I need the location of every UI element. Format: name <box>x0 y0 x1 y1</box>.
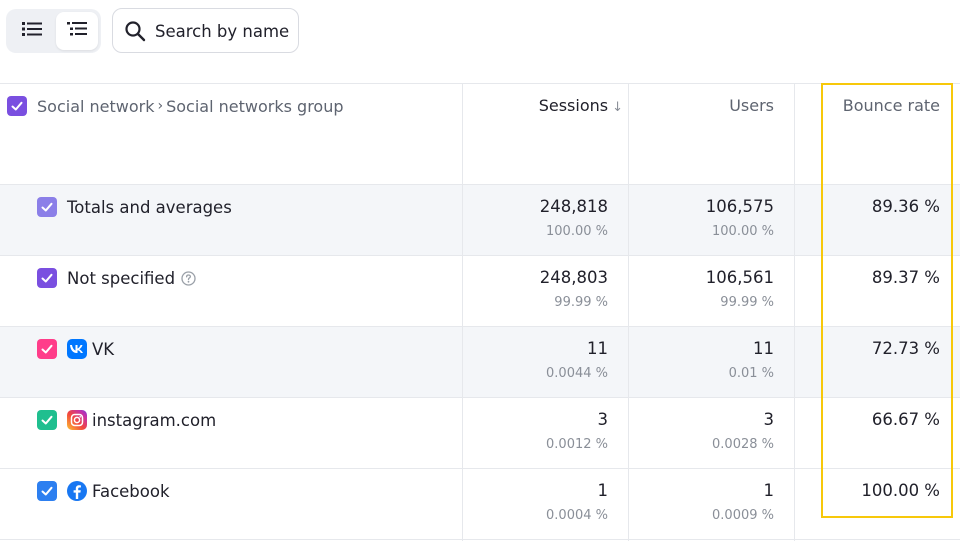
sessions-percent: 100.00 % <box>546 224 608 239</box>
sessions-percent: 0.0012 % <box>546 437 608 452</box>
column-header-bounce-rate[interactable]: Bounce rate <box>843 96 940 115</box>
sessions-cell: 3 0.0012 % <box>546 410 608 454</box>
users-cell: 1 0.0009 % <box>712 481 774 525</box>
bounce-rate-value: 89.37 % <box>871 268 940 287</box>
table-row: Facebook 1 0.0004 % 1 0.0009 % 100.00 % <box>0 468 960 539</box>
search-box <box>112 8 299 53</box>
sort-desc-icon: ↓ <box>612 100 623 115</box>
users-percent: 0.01 % <box>728 366 774 381</box>
row-checkbox[interactable] <box>37 410 57 430</box>
sessions-value: 11 <box>587 339 608 358</box>
bounce-rate-cell: 66.67 % <box>872 410 940 430</box>
sessions-cell: 248,818 100.00 % <box>540 197 608 241</box>
divider <box>0 539 960 540</box>
row-checkbox[interactable] <box>37 268 57 288</box>
column-label: Sessions <box>538 96 609 115</box>
users-cell: 11 0.01 % <box>729 339 774 383</box>
sessions-value: 248,803 <box>539 268 608 287</box>
sessions-cell: 11 0.0044 % <box>546 339 608 383</box>
sessions-percent: 0.0004 % <box>546 508 608 523</box>
users-value: 1 <box>763 481 775 500</box>
toolbar <box>0 0 960 62</box>
facebook-icon <box>67 481 87 501</box>
table-row: Totals and averages 248,818 100.00 % 106… <box>0 184 960 255</box>
table-row: instagram.com 3 0.0012 % 3 0.0028 % 66.6… <box>0 397 960 468</box>
bounce-rate-cell: 89.36 % <box>872 197 940 217</box>
search-input[interactable] <box>155 18 295 44</box>
bounce-rate-value: 66.67 % <box>871 410 940 429</box>
bounce-rate-value: 72.73 % <box>871 339 940 358</box>
dimension-header: Social network › Social networks group <box>0 83 462 184</box>
breadcrumb-separator: › <box>157 98 164 114</box>
sessions-percent: 99.99 % <box>554 295 608 310</box>
question-circle-icon[interactable] <box>181 270 196 286</box>
row-checkbox[interactable] <box>37 339 57 359</box>
row-label: Totals and averages <box>67 197 232 217</box>
sessions-cell: 248,803 99.99 % <box>540 268 608 312</box>
row-label[interactable]: instagram.com <box>92 411 216 430</box>
row-label[interactable]: VK <box>92 340 114 359</box>
users-value: 3 <box>763 410 775 429</box>
users-percent: 0.0009 % <box>712 508 774 523</box>
sessions-cell: 1 0.0004 % <box>546 481 608 525</box>
breadcrumb-social-network[interactable]: Social network <box>37 97 155 116</box>
bounce-rate-cell: 89.37 % <box>872 268 940 288</box>
report-table: Social network › Social networks group S… <box>0 83 960 541</box>
breadcrumb-social-networks-group[interactable]: Social networks group <box>166 97 343 116</box>
users-percent: 0.0028 % <box>712 437 774 452</box>
tree-list-icon <box>67 21 87 41</box>
vk-icon <box>67 339 87 359</box>
search-icon <box>124 20 146 42</box>
users-cell: 106,561 99.99 % <box>706 268 774 312</box>
instagram-icon <box>67 410 87 430</box>
tree-view-button[interactable] <box>56 12 98 50</box>
table-row: Not specified 248,803 99.99 % 106,561 99… <box>0 255 960 326</box>
row-label[interactable]: Facebook <box>92 482 170 501</box>
view-mode-toggle <box>6 9 101 53</box>
users-percent: 99.99 % <box>720 295 774 310</box>
bounce-rate-cell: 72.73 % <box>872 339 940 359</box>
list-view-button[interactable] <box>11 12 53 50</box>
list-icon <box>22 21 42 41</box>
column-label: Users <box>729 96 774 115</box>
users-percent: 100.00 % <box>712 224 774 239</box>
row-checkbox[interactable] <box>37 197 57 217</box>
users-value: 106,561 <box>705 268 774 287</box>
table-row: VK 11 0.0044 % 11 0.01 % 72.73 % <box>0 326 960 397</box>
column-label: Bounce rate <box>842 96 940 115</box>
users-value: 11 <box>753 339 774 358</box>
row-checkbox[interactable] <box>37 481 57 501</box>
users-cell: 106,575 100.00 % <box>706 197 774 241</box>
sessions-value: 3 <box>597 410 609 429</box>
users-cell: 3 0.0028 % <box>712 410 774 454</box>
sessions-percent: 0.0044 % <box>546 366 608 381</box>
bounce-rate-value: 100.00 % <box>861 481 940 500</box>
sessions-value: 248,818 <box>539 197 608 216</box>
bounce-rate-cell: 100.00 % <box>861 481 940 501</box>
column-header-users[interactable]: Users <box>729 96 774 115</box>
row-label[interactable]: Not specified <box>67 269 175 288</box>
bounce-rate-value: 89.36 % <box>871 197 940 216</box>
select-all-checkbox[interactable] <box>7 96 27 116</box>
users-value: 106,575 <box>705 197 774 216</box>
sessions-value: 1 <box>597 481 609 500</box>
column-header-sessions[interactable]: Sessions ↓ <box>539 96 623 115</box>
